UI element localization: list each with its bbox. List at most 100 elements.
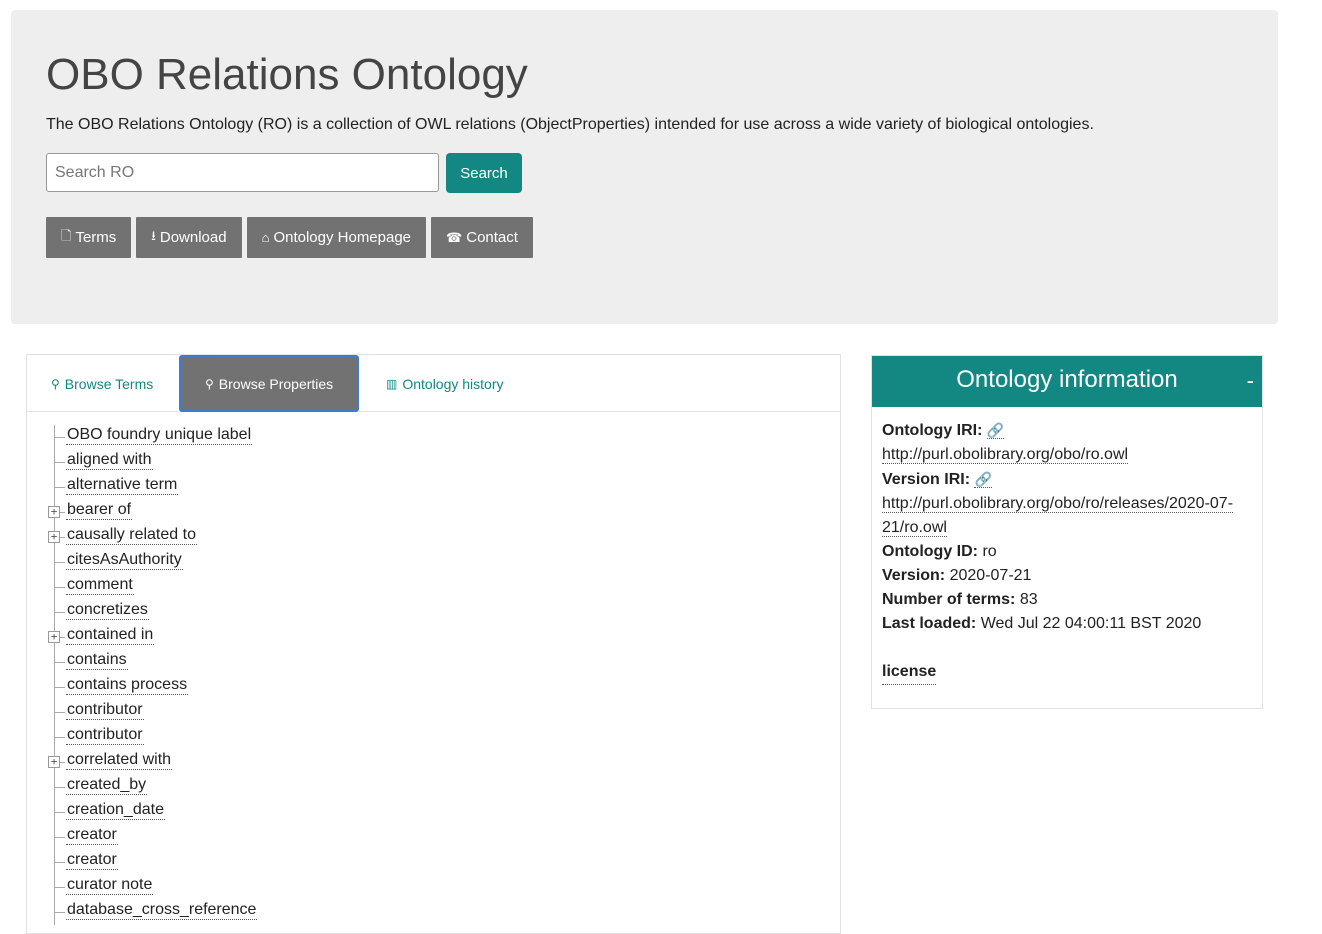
terms-count-label: Number of terms: [882, 591, 1016, 608]
tree-item-label[interactable]: contains [66, 650, 128, 670]
tree-item-label[interactable]: concretizes [66, 600, 149, 620]
tree-item: aligned with [47, 450, 447, 475]
expand-icon[interactable]: + [48, 631, 60, 643]
contact-button[interactable]: ☎ Contact [431, 217, 533, 258]
license-link[interactable]: license [882, 660, 937, 685]
nav-buttons: 🗋 Terms ⭳ Download ⌂ Ontology Homepage ☎… [46, 217, 533, 258]
tree-item-label[interactable]: causally related to [66, 525, 197, 545]
ontology-homepage-button-label: Ontology Homepage [273, 229, 412, 246]
tree-item: + correlated with [47, 750, 447, 775]
link-icon[interactable]: 🔗 [974, 471, 992, 488]
tree-connector [54, 662, 65, 663]
tree-connector [54, 487, 65, 488]
tree-item-label[interactable]: comment [66, 575, 134, 595]
tab-browse-terms-label: Browse Terms [64, 375, 154, 392]
tree-connector [54, 812, 65, 813]
last-loaded-row: Last loaded: Wed Jul 22 04:00:11 BST 202… [882, 612, 1252, 636]
version-iri-row: Version IRI: 🔗 [882, 467, 1252, 492]
download-button[interactable]: ⭳ Download [136, 217, 242, 258]
hierarchy-icon: ⚲ [205, 376, 214, 391]
tree-item: + causally related to [47, 525, 447, 550]
tree-item-label[interactable]: database_cross_reference [66, 900, 258, 920]
ontology-id-value: ro [982, 543, 997, 560]
tree-item: + bearer of [47, 500, 447, 525]
tree-connector [54, 862, 65, 863]
tree-item-label[interactable]: contributor [66, 700, 144, 720]
tree-item: created_by [47, 775, 447, 800]
tab-bar: ⚲ Browse Terms ⚲ Browse Properties ▥ Ont… [27, 355, 840, 412]
tab-ontology-history-label: Ontology history [402, 375, 504, 392]
tree-connector [54, 837, 65, 838]
tree-item: curator note [47, 875, 447, 900]
file-icon: 🗋 [61, 227, 72, 243]
tree-item-label[interactable]: creation_date [66, 800, 165, 820]
expand-icon[interactable]: + [48, 506, 60, 518]
tree-item-label[interactable]: creator [66, 850, 118, 870]
ontology-info-body: Ontology IRI: 🔗 http://purl.obolibrary.o… [872, 407, 1262, 696]
tree-item: contains [47, 650, 447, 675]
tree-item: contributor [47, 700, 447, 725]
terms-count-row: Number of terms: 83 [882, 588, 1252, 612]
version-label: Version: [882, 567, 946, 584]
hierarchy-icon: ⚲ [51, 376, 60, 391]
ontology-iri-link[interactable]: http://purl.obolibrary.org/obo/ro.owl [882, 446, 1129, 464]
tab-ontology-history[interactable]: ▥ Ontology history [386, 355, 504, 412]
terms-button[interactable]: 🗋 Terms [46, 217, 132, 258]
version-iri-link[interactable]: http://purl.obolibrary.org/obo/ro/releas… [882, 495, 1234, 513]
ontology-homepage-button[interactable]: ⌂ Ontology Homepage [246, 217, 427, 258]
tree-item: creator [47, 825, 447, 850]
tree-item: creator [47, 850, 447, 875]
ontology-info-panel: Ontology information - Ontology IRI: 🔗 h… [871, 355, 1263, 709]
property-tree: OBO foundry unique label aligned with alte… [47, 425, 447, 925]
tree-item: OBO foundry unique label [47, 425, 447, 450]
last-loaded-label: Last loaded: [882, 615, 977, 632]
page-title: OBO Relations Ontology [46, 50, 528, 99]
tree-item: concretizes [47, 600, 447, 625]
terms-button-label: Terms [75, 229, 117, 246]
tree-item-label[interactable]: created_by [66, 775, 148, 795]
tree-item-label[interactable]: contains process [66, 675, 189, 695]
link-icon[interactable]: 🔗 [986, 422, 1005, 439]
ontology-info-header: Ontology information - [872, 356, 1262, 407]
tree-item: citesAsAuthority [47, 550, 447, 575]
tree-item-label[interactable]: curator note [66, 875, 154, 895]
contact-button-label: Contact [466, 229, 518, 246]
tree-connector [54, 737, 65, 738]
expand-icon[interactable]: + [48, 531, 60, 543]
tree-item-label[interactable]: OBO foundry unique label [66, 425, 253, 445]
tree-item: comment [47, 575, 447, 600]
search-button[interactable]: Search [446, 153, 522, 193]
tree-item-label[interactable]: correlated with [66, 750, 173, 770]
tree-item-label[interactable]: creator [66, 825, 118, 845]
tree-connector [54, 562, 65, 563]
tree-item: + contained in [47, 625, 447, 650]
tree-item-label[interactable]: contributor [66, 725, 144, 745]
tab-browse-properties[interactable]: ⚲ Browse Properties [179, 355, 360, 412]
tree-connector [54, 712, 65, 713]
tree-connector [54, 787, 65, 788]
ontology-iri-row: Ontology IRI: 🔗 [882, 418, 1252, 443]
tree-item-label[interactable]: aligned with [66, 450, 153, 470]
tree-item-label[interactable]: alternative term [66, 475, 179, 495]
tree-connector [54, 887, 65, 888]
expand-icon[interactable]: + [48, 756, 60, 768]
browse-panel: ⚲ Browse Terms ⚲ Browse Properties ▥ Ont… [26, 354, 841, 934]
version-iri-link-cont[interactable]: 21/ro.owl [882, 519, 947, 537]
tree-connector [54, 587, 65, 588]
home-icon: ⌂ [261, 230, 270, 245]
search-input[interactable] [46, 153, 439, 192]
tree-item-label[interactable]: contained in [66, 625, 155, 645]
tree-item-label[interactable]: bearer of [66, 500, 133, 520]
tree-connector [54, 687, 65, 688]
tree-item-label[interactable]: citesAsAuthority [66, 550, 183, 570]
ontology-id-row: Ontology ID: ro [882, 540, 1252, 564]
ontology-info-title: Ontology information [956, 366, 1178, 393]
tab-browse-terms[interactable]: ⚲ Browse Terms [51, 355, 153, 412]
tree-item: alternative term [47, 475, 447, 500]
bar-chart-icon: ▥ [386, 376, 398, 391]
phone-icon: ☎ [446, 229, 463, 245]
version-iri-label: Version IRI: [882, 471, 971, 488]
ontology-id-label: Ontology ID: [882, 543, 978, 560]
collapse-button[interactable]: - [1247, 368, 1254, 394]
tree-connector [54, 612, 65, 613]
